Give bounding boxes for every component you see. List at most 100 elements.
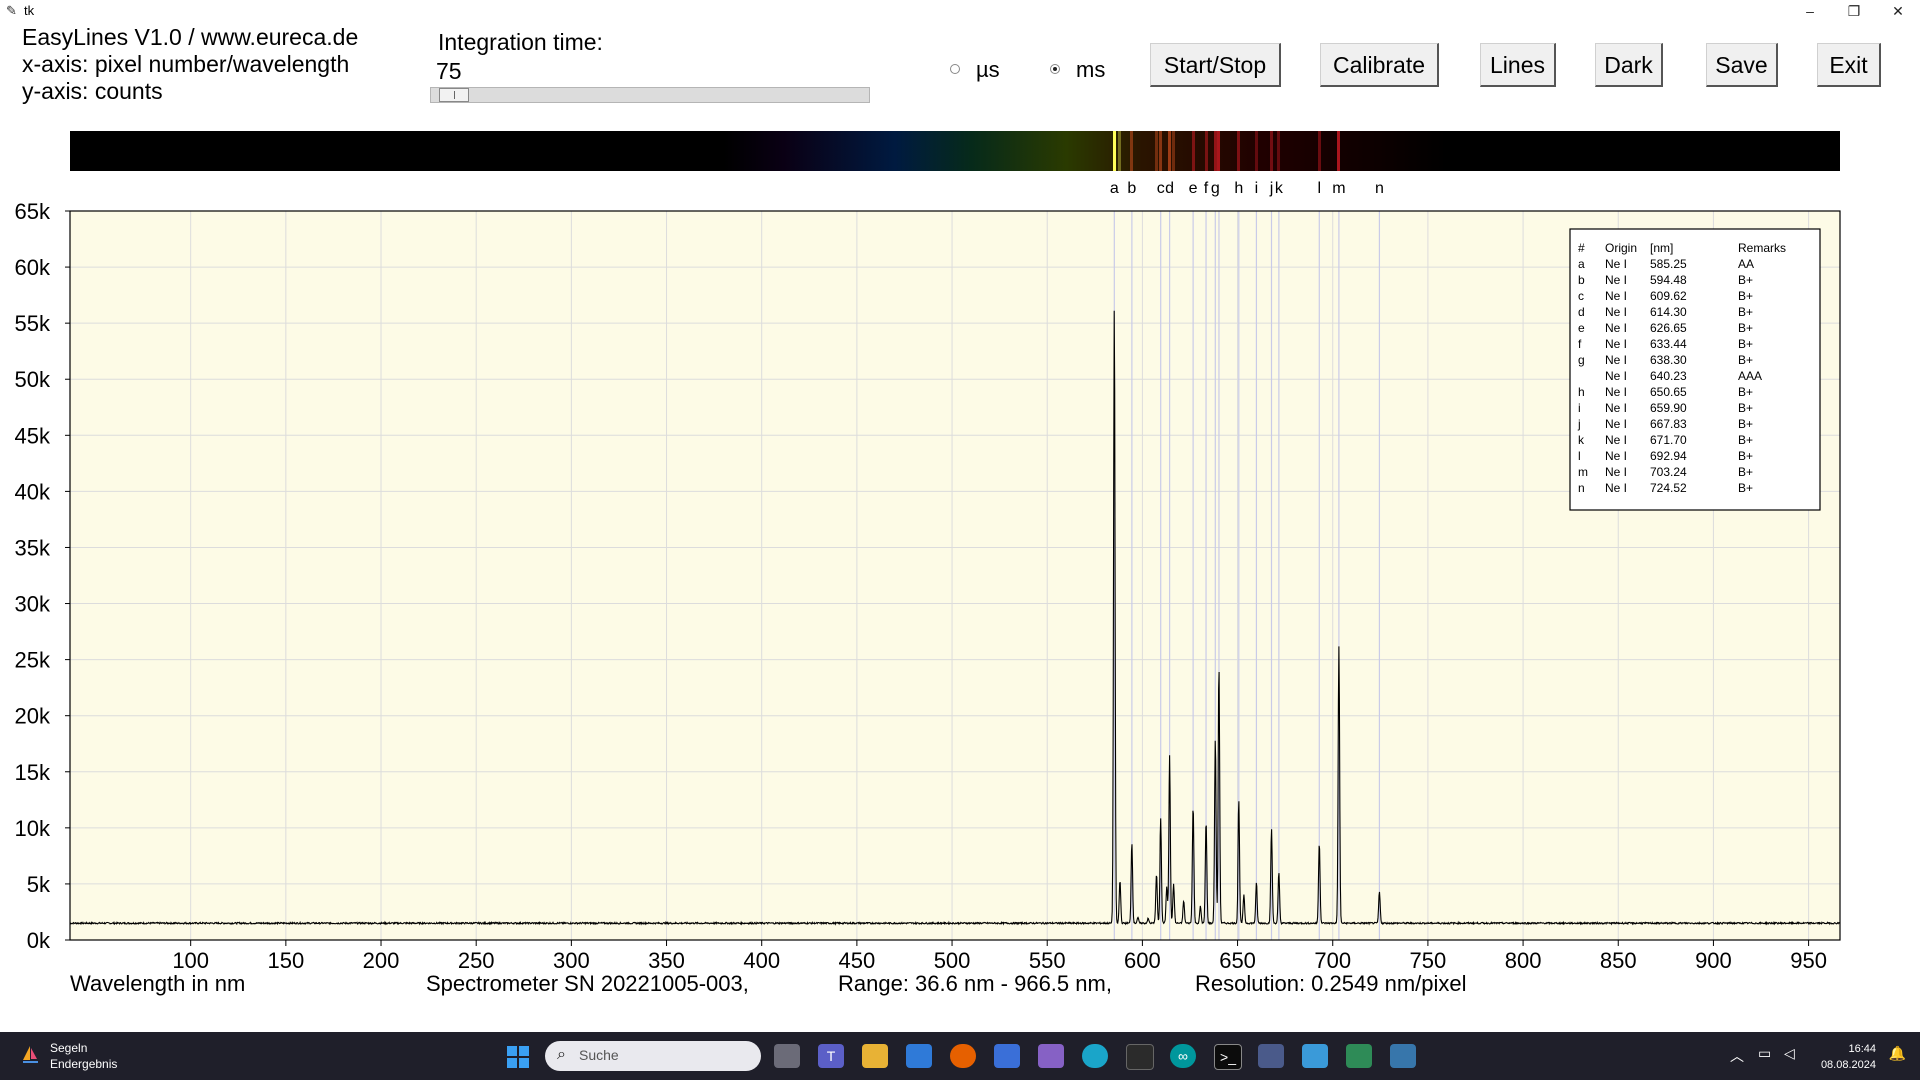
app-icon[interactable] (994, 1044, 1020, 1068)
y-tick-label: 35k (15, 535, 51, 560)
spectrum-emission-line (1337, 131, 1341, 171)
integration-time-label: Integration time: (438, 29, 603, 55)
x-tick-label: 500 (934, 948, 971, 970)
visual-studio-icon[interactable] (1038, 1044, 1064, 1068)
arduino-icon[interactable]: ∞ (1170, 1044, 1196, 1068)
x-tick-label: 650 (1219, 948, 1256, 970)
x-tick-label: 150 (267, 948, 304, 970)
teams-icon[interactable]: T (818, 1044, 844, 1068)
y-tick-label: 5k (27, 872, 51, 897)
spectrum-emission-line (1118, 131, 1122, 171)
spectrum-emission-line (1172, 131, 1176, 171)
feather-icon: ✎ (6, 3, 17, 18)
line-table-cell: Ne I (1605, 465, 1627, 479)
file-explorer-icon[interactable] (862, 1044, 888, 1068)
line-table-cell: k (1578, 433, 1585, 447)
line-table-cell: 667.83 (1650, 417, 1687, 431)
spectrum-emission-line (1270, 131, 1273, 171)
spectrum-emission-line (1204, 131, 1208, 171)
calibrate-button[interactable]: Calibrate (1320, 43, 1439, 87)
line-table-cell: Ne I (1605, 401, 1627, 415)
weather-widget[interactable]: Segeln Endergebnis (20, 1040, 117, 1072)
spectrum-emission-line (1237, 131, 1241, 171)
windows-start-icon[interactable] (506, 1045, 530, 1069)
notepad-icon[interactable] (1302, 1044, 1328, 1068)
line-table-cell: AA (1738, 257, 1754, 271)
line-table-cell: 609.62 (1650, 289, 1687, 303)
clock[interactable]: 16:44 08.08.2024 (1821, 1041, 1876, 1073)
save-button[interactable]: Save (1706, 43, 1778, 87)
line-table-cell: 724.52 (1650, 481, 1687, 495)
radio-dot-icon[interactable] (950, 64, 960, 75)
line-table-cell: 614.30 (1650, 305, 1687, 319)
store-icon[interactable] (906, 1044, 932, 1068)
radio-dot-icon[interactable] (1050, 64, 1060, 75)
spectrum-emission-line (1159, 131, 1163, 171)
firefox-icon[interactable] (950, 1044, 976, 1068)
x-tick-label: 800 (1505, 948, 1542, 970)
line-table-cell: Ne I (1605, 369, 1627, 383)
close-icon[interactable]: ✕ (1876, 0, 1920, 22)
console-icon[interactable]: >_ (1214, 1044, 1242, 1070)
spectrum-emission-line (1130, 131, 1134, 171)
spectral-line-label: d (1165, 180, 1175, 197)
line-table-header: Remarks (1738, 241, 1786, 255)
spectrum-emission-line (1277, 131, 1281, 171)
restore-icon[interactable]: ❐ (1832, 0, 1876, 22)
spectral-line-label: g (1210, 180, 1220, 197)
line-table-cell: Ne I (1605, 321, 1627, 335)
line-table-cell: n (1578, 481, 1585, 495)
y-tick-label: 45k (15, 423, 51, 448)
start-stop-button[interactable]: Start/Stop (1150, 43, 1281, 87)
line-table-cell: 671.70 (1650, 433, 1687, 447)
minimize-icon[interactable]: – (1788, 0, 1832, 22)
x-tick-label: 750 (1410, 948, 1447, 970)
spectrum-plot: 0k 5k 10k 15k 20k 25k 30k 35k 40k 45k 50k 55k 60k 65k… (15, 200, 1841, 970)
line-table-cell: Ne I (1605, 353, 1627, 367)
spectral-line-label: k (1274, 180, 1283, 197)
edge-icon[interactable] (1082, 1044, 1108, 1068)
line-table-cell: B+ (1738, 289, 1753, 303)
speaker-muted-icon[interactable]: ◁ (1784, 1045, 1795, 1062)
line-table-cell: B+ (1738, 401, 1753, 415)
integration-time-slider[interactable] (430, 87, 870, 103)
radio-milliseconds[interactable]: ms (1050, 57, 1105, 83)
line-table-cell: B+ (1738, 417, 1753, 431)
y-tick-label: 65k (15, 200, 51, 224)
line-table-cell: l (1578, 449, 1581, 463)
x-axis-info: x-axis: pixel number/wavelength (22, 51, 350, 77)
spectral-line-label: l (1317, 180, 1322, 197)
spectral-line-label: m (1332, 180, 1346, 197)
terminal-icon[interactable] (1126, 1044, 1154, 1070)
radio-microseconds[interactable]: µs (950, 57, 1000, 83)
task-view-icon[interactable] (774, 1044, 800, 1068)
slider-handle[interactable] (439, 88, 470, 102)
exit-button[interactable]: Exit (1817, 43, 1881, 87)
line-table-cell: 585.25 (1650, 257, 1687, 271)
python-tool-icon[interactable] (1346, 1044, 1372, 1068)
spectrum-emission-line (1317, 131, 1321, 171)
taskbar-search[interactable]: ⌕ Suche (545, 1041, 761, 1071)
calculator-icon[interactable] (1258, 1044, 1284, 1068)
x-axis-label: Wavelength in nm (70, 971, 246, 996)
spectrum-emission-line (1154, 131, 1158, 171)
dark-button[interactable]: Dark (1595, 43, 1663, 87)
notification-bell-icon[interactable]: 🔔 (1889, 1045, 1906, 1062)
chevron-up-icon[interactable]: ︿ (1730, 1046, 1744, 1066)
line-table-cell: Ne I (1605, 305, 1627, 319)
line-table-cell: B+ (1738, 433, 1753, 447)
lines-button[interactable]: Lines (1480, 43, 1556, 87)
line-table-cell: 594.48 (1650, 273, 1687, 287)
line-table-cell: AAA (1738, 369, 1762, 383)
y-tick-label: 25k (15, 648, 51, 673)
python-icon[interactable] (1390, 1044, 1416, 1068)
x-tick-label: 850 (1600, 948, 1637, 970)
sailing-icon (23, 1046, 38, 1063)
line-table-cell: B+ (1738, 353, 1753, 367)
radio-us-label: µs (976, 57, 1000, 82)
network-icon[interactable]: ▭ (1758, 1045, 1771, 1062)
line-table-cell: m (1578, 465, 1588, 479)
line-table-cell: 633.44 (1650, 337, 1687, 351)
x-tick-label: 350 (648, 948, 685, 970)
line-table-cell: B+ (1738, 481, 1753, 495)
